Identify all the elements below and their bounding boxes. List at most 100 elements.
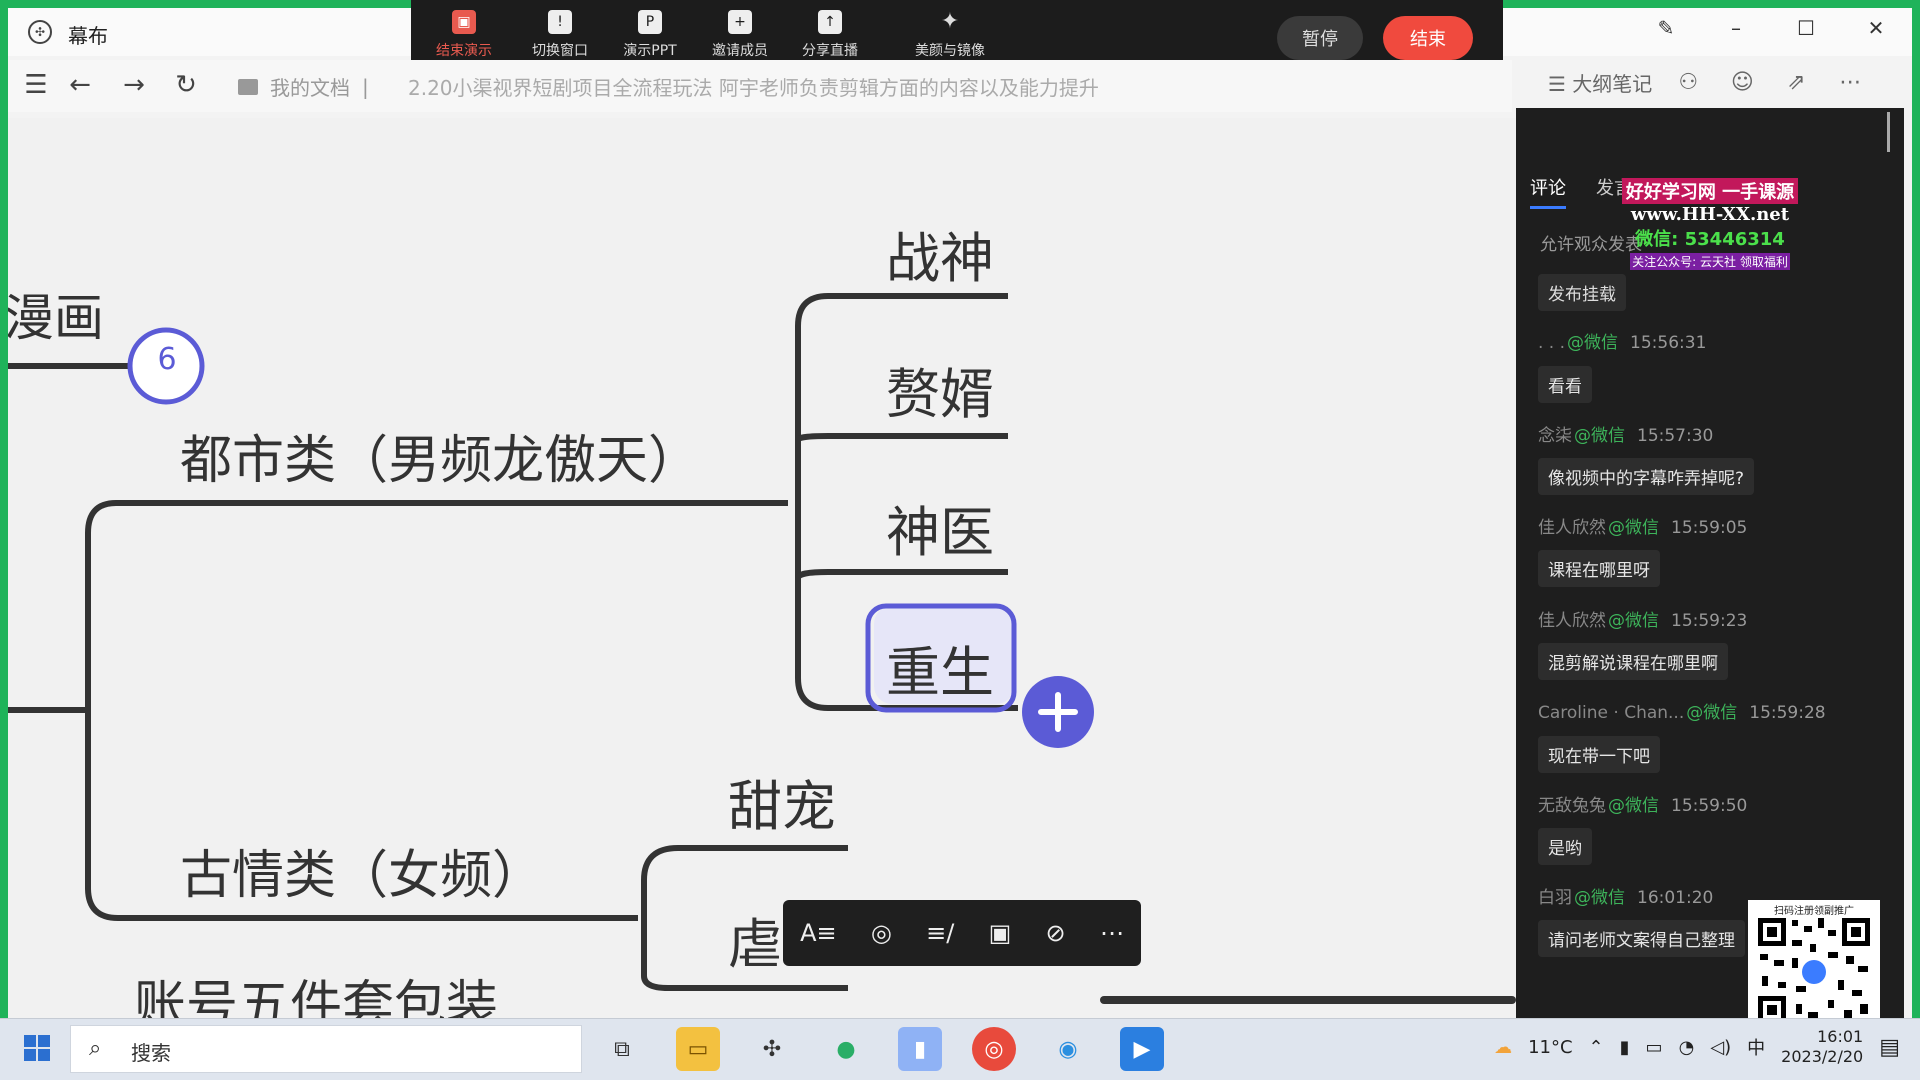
weather-icon[interactable]: ☁: [1494, 1037, 1512, 1058]
end-button[interactable]: 结束: [1383, 16, 1473, 60]
switch-window-button[interactable]: ! 切换窗口: [515, 10, 605, 60]
comment-text: 是哟: [1538, 828, 1592, 865]
switch-window-icon: !: [548, 10, 572, 34]
invite-members-button[interactable]: + 邀请成员: [695, 10, 785, 60]
comment-time: 15:59:50: [1671, 796, 1748, 816]
right-nav-tools: ☰ 大纲笔记 ⚇ ☺ ⇗ ⋯: [1548, 68, 1868, 97]
watermark-line: 关注公众号: 云天社 领取福利: [1630, 253, 1790, 270]
more-icon[interactable]: ⋯: [1100, 919, 1124, 947]
text-style-icon[interactable]: A≡: [800, 919, 837, 947]
more-icon[interactable]: ⋯: [1832, 70, 1868, 95]
maximize-button[interactable]: ☐: [1790, 16, 1822, 40]
app-icon[interactable]: ▮: [898, 1027, 942, 1071]
media-player-icon[interactable]: ▶: [1120, 1027, 1164, 1071]
menu-icon[interactable]: ☰: [20, 70, 52, 100]
comment-source: @微信: [1686, 703, 1738, 723]
toolbar-label: 结束演示: [436, 43, 492, 59]
comment-header: 佳人欣然 @微信 15:59:23: [1538, 606, 1747, 631]
collaborate-icon[interactable]: ⚇: [1670, 70, 1706, 95]
present-icon: ▣: [452, 10, 476, 34]
beauty-icon: ✦: [940, 9, 960, 34]
mindmap-node-ancient[interactable]: 古情类（女频）: [180, 833, 544, 908]
file-explorer-icon[interactable]: ▭: [676, 1027, 720, 1071]
comment-time: 15:57:30: [1637, 426, 1714, 446]
comment-source: @微信: [1608, 796, 1659, 816]
comment-source: @微信: [1567, 333, 1619, 353]
mindmap-node-chongsheng[interactable]: 重生: [886, 628, 994, 707]
task-view-icon[interactable]: ⧉: [600, 1027, 644, 1071]
pin-icon[interactable]: ✎: [1650, 16, 1682, 40]
comment-header: Caroline · Chan... @微信 15:59:28: [1538, 698, 1826, 723]
taskbar-search[interactable]: ⌕ 搜索: [70, 1025, 582, 1073]
forward-arrow-icon[interactable]: →: [118, 70, 150, 100]
outline-notes-button[interactable]: ☰ 大纲笔记: [1548, 68, 1652, 97]
comment-time: 16:01:20: [1637, 888, 1714, 908]
breadcrumb: 我的文档 |: [238, 72, 369, 101]
breadcrumb-separator: |: [362, 74, 369, 99]
comment-text: 混剪解说课程在哪里啊: [1538, 643, 1728, 680]
comment-source: @微信: [1574, 888, 1625, 908]
wifi-icon[interactable]: ◔: [1679, 1037, 1695, 1058]
mindmap-canvas[interactable]: 漫画 6 都市类（男频龙傲天） 古情类（女频） 账号五件套包装 战神 赘婿 神医…: [8, 118, 1516, 1018]
clock[interactable]: 16:01 2023/2/20: [1781, 1027, 1863, 1067]
comment-source: @微信: [1608, 611, 1659, 631]
mindmap-node-zhuixu[interactable]: 赘婿: [886, 350, 994, 429]
battery-icon[interactable]: ▭: [1646, 1037, 1663, 1058]
image-icon[interactable]: ▣: [989, 919, 1012, 947]
wechat-icon[interactable]: ●: [824, 1027, 868, 1071]
comment-text: 看看: [1538, 366, 1592, 403]
collapse-panel-icon[interactable]: [1860, 112, 1890, 152]
comment-user: 念柒: [1538, 426, 1572, 446]
share-out-icon[interactable]: ⇗: [1778, 70, 1814, 95]
mindmap-node-urban[interactable]: 都市类（男频龙傲天）: [180, 418, 700, 493]
watermark-line: 好好学习网 一手课源: [1621, 178, 1799, 204]
taskbar: ⌕ 搜索 ⧉ ▭ ✣ ● ▮ ◎ ◉ ▶ ☁ 11°C ⌃ ▮ ▭ ◔ ◁) 中…: [0, 1018, 1920, 1080]
comment-user: 佳人欣然: [1538, 611, 1606, 631]
microphone-icon[interactable]: ▮: [1620, 1037, 1630, 1058]
doc-nav-bar: ☰ ← → ↻ 我的文档 | 2.20小渠视界短剧项目全流程玩法 阿宇老师负责剪…: [8, 60, 1512, 112]
mindmap-node-nue[interactable]: 虐: [728, 900, 782, 979]
refresh-icon[interactable]: ↻: [170, 70, 202, 100]
volume-icon[interactable]: ◁): [1710, 1037, 1731, 1058]
watermark-line: 微信: 53446314: [1635, 229, 1785, 250]
end-presentation-button[interactable]: ▣ 结束演示: [419, 10, 509, 60]
collapsed-count[interactable]: 6: [153, 342, 181, 377]
comment-header: 佳人欣然 @微信 15:59:05: [1538, 513, 1747, 538]
comment-source: @微信: [1608, 518, 1659, 538]
outline-label: 大纲笔记: [1572, 72, 1653, 96]
mindmap-node-partial[interactable]: 漫画: [8, 278, 104, 350]
comment-user: 白羽: [1538, 888, 1572, 908]
minimize-button[interactable]: –: [1720, 16, 1752, 40]
share-live-button[interactable]: ↑ 分享直播: [785, 10, 875, 60]
user-icon[interactable]: ☺: [1724, 70, 1760, 95]
clock-date: 2023/2/20: [1781, 1047, 1864, 1066]
watermark-line: www.HH-XX.net: [1630, 204, 1790, 225]
windows-start-icon[interactable]: [24, 1035, 50, 1061]
beauty-mirror-button[interactable]: ✦ 美颜与镜像: [895, 10, 1005, 60]
mubu-app-icon[interactable]: ✣: [750, 1027, 794, 1071]
close-button[interactable]: ✕: [1860, 16, 1892, 40]
link-icon[interactable]: ⊘: [1046, 919, 1066, 947]
mindmap-node-shenyi[interactable]: 神医: [886, 488, 994, 567]
chat-app-icon[interactable]: ◉: [1046, 1027, 1090, 1071]
netease-music-icon[interactable]: ◎: [972, 1027, 1016, 1071]
tab-comments[interactable]: 评论: [1530, 174, 1566, 209]
app-logo-icon: ✣: [28, 20, 52, 44]
breadcrumb-root[interactable]: 我的文档: [270, 72, 350, 101]
horizontal-scrollbar[interactable]: [1100, 996, 1516, 1004]
ime-indicator[interactable]: 中: [1747, 1034, 1765, 1060]
mindmap-node-account[interactable]: 账号五件套包装: [134, 963, 498, 1018]
mindmap-node-tianchong[interactable]: 甜宠: [728, 762, 836, 841]
note-icon[interactable]: ≡/: [926, 919, 954, 947]
mindmap-node-zhanshen[interactable]: 战神: [886, 214, 994, 293]
search-icon: ⌕: [89, 1036, 102, 1061]
back-arrow-icon[interactable]: ←: [64, 70, 96, 100]
chevron-up-icon[interactable]: ⌃: [1589, 1037, 1604, 1058]
ppt-icon: P: [638, 10, 662, 34]
notification-icon[interactable]: ▤: [1879, 1035, 1900, 1060]
pause-button[interactable]: 暂停: [1277, 16, 1363, 60]
format-toolbar: A≡ ◎ ≡/ ▣ ⊘ ⋯: [783, 900, 1141, 966]
present-ppt-button[interactable]: P 演示PPT: [605, 10, 695, 60]
publish-mount-button[interactable]: 发布挂载: [1538, 274, 1626, 311]
checkbox-icon[interactable]: ◎: [871, 919, 892, 947]
